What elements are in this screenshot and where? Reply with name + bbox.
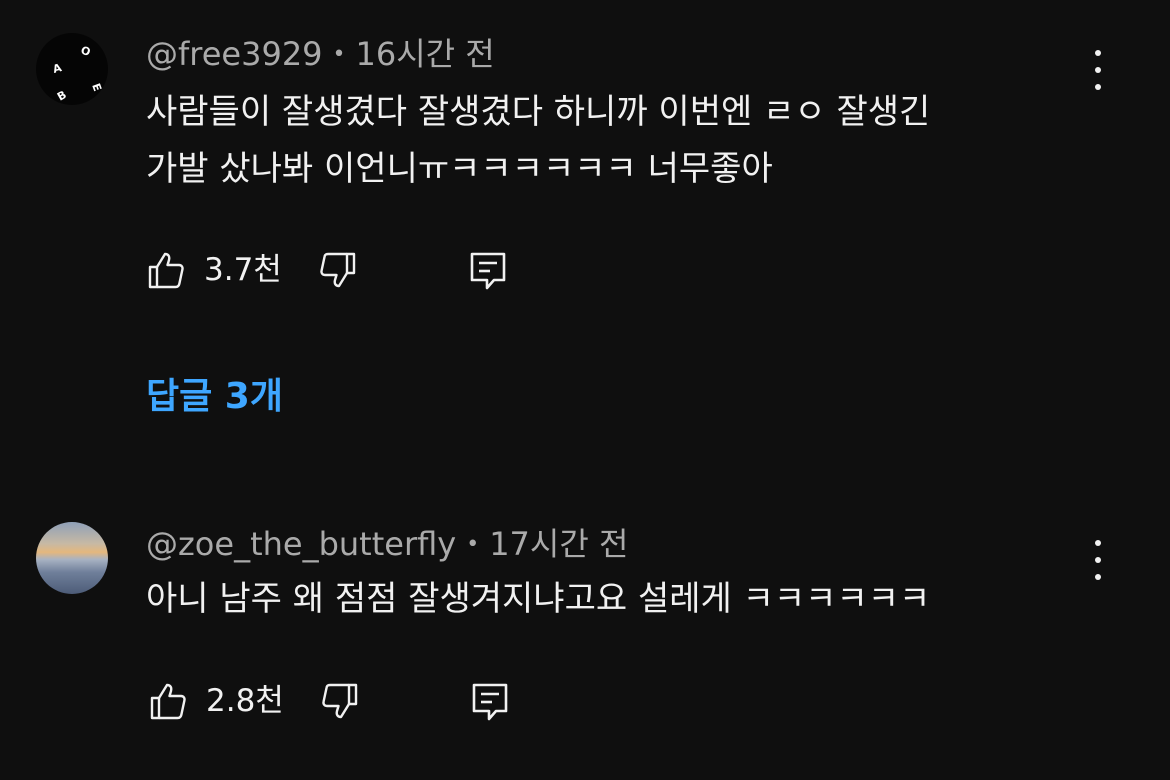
- more-options-button[interactable]: [1082, 540, 1114, 580]
- like-button[interactable]: [146, 250, 186, 290]
- comment-meta: @free3929 • 16시간 전: [146, 34, 495, 79]
- more-vert-icon-dot: [1095, 574, 1101, 580]
- comment-text: 아니 남주 왜 점점 잘생겨지냐고요 설레게 ㅋㅋㅋㅋㅋㅋ: [146, 571, 930, 628]
- view-replies-link[interactable]: 답글 3개: [146, 375, 283, 419]
- more-vert-icon-dot: [1095, 540, 1101, 546]
- comment-text-line: 가발 샀나봐 이언니ㅠㅋㅋㅋㅋㅋㅋ 너무좋아: [146, 149, 773, 189]
- like-button[interactable]: [148, 681, 188, 721]
- comment-text-line: 사람들이 잘생겼다 잘생겼다 하니까 이번엔 ㄹㅇ 잘생긴: [146, 92, 931, 132]
- like-icon: [150, 683, 186, 720]
- comment-actions: 2.8천: [146, 681, 566, 727]
- comments-section: O A E B @free3929 • 16시간 전 사람들이 잘생겼다 잘생겼다 …: [0, 0, 1170, 780]
- more-options-button[interactable]: [1082, 50, 1114, 90]
- meta-separator: •: [332, 42, 346, 67]
- dislike-icon: [320, 252, 356, 288]
- comment-time: 17시간 전: [489, 525, 629, 563]
- reply-icon: [470, 252, 506, 290]
- svg-text:E: E: [89, 82, 104, 94]
- like-count: 3.7천: [204, 252, 282, 288]
- reply-icon: [472, 683, 508, 721]
- more-vert-icon-dot: [1095, 50, 1101, 56]
- comment-meta: @zoe_the_butterfly • 17시간 전: [146, 524, 628, 569]
- svg-text:O: O: [79, 44, 92, 59]
- comment-actions: 3.7천: [146, 250, 566, 296]
- avatar[interactable]: O A E B: [36, 33, 108, 105]
- dislike-button[interactable]: [320, 681, 360, 721]
- more-vert-icon-dot: [1095, 67, 1101, 73]
- author-name[interactable]: @zoe_the_butterfly: [146, 525, 456, 563]
- dislike-icon: [322, 683, 358, 719]
- avatar[interactable]: [36, 522, 108, 594]
- dislike-button[interactable]: [318, 250, 358, 290]
- reply-button[interactable]: [470, 681, 510, 721]
- like-icon: [148, 252, 184, 289]
- svg-text:B: B: [55, 88, 69, 103]
- more-vert-icon-dot: [1095, 84, 1101, 90]
- meta-separator: •: [466, 532, 480, 557]
- reply-button[interactable]: [468, 250, 508, 290]
- author-name[interactable]: @free3929: [146, 35, 323, 73]
- comment-text-line: 아니 남주 왜 점점 잘생겨지냐고요 설레게 ㅋㅋㅋㅋㅋㅋ: [146, 579, 931, 619]
- like-count: 2.8천: [206, 683, 284, 719]
- more-vert-icon-dot: [1095, 557, 1101, 563]
- comment-time: 16시간 전: [355, 35, 495, 73]
- comment-text: 사람들이 잘생겼다 잘생겼다 하니까 이번엔 ㄹㅇ 잘생긴 가발 샀나봐 이언니…: [146, 84, 930, 198]
- avatar-logo: O A E B: [51, 44, 104, 104]
- svg-text:A: A: [51, 61, 63, 76]
